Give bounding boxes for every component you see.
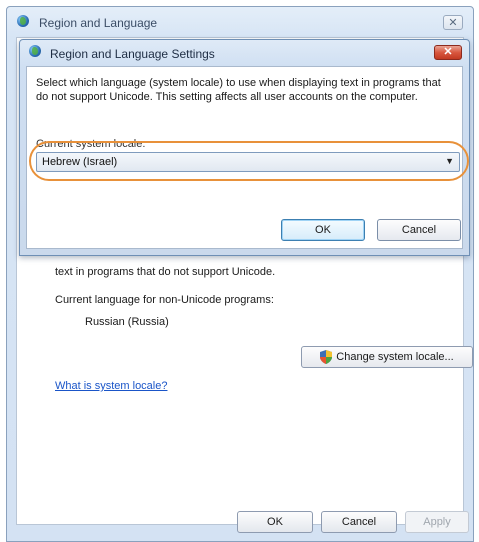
system-locale-value: Hebrew (Israel)	[42, 156, 118, 168]
window-title: Region and Language	[39, 16, 158, 30]
current-language-value: Russian (Russia)	[85, 316, 169, 328]
chevron-down-icon: ▼	[445, 156, 454, 166]
dialog-body: Select which language (system locale) to…	[26, 66, 469, 249]
cancel-button[interactable]: Cancel	[321, 511, 397, 533]
dialog-titlebar[interactable]: Region and Language Settings ✕	[20, 40, 469, 66]
change-system-locale-label: Change system locale...	[336, 351, 454, 363]
dialog-cancel-button[interactable]: Cancel	[377, 219, 461, 241]
dialog-close-button[interactable]: ✕	[434, 45, 462, 60]
system-locale-dropdown[interactable]: Hebrew (Israel) ▼	[36, 152, 460, 172]
region-language-settings-dialog: Region and Language Settings ✕ Select wh…	[19, 39, 470, 256]
dialog-ok-button[interactable]: OK	[281, 219, 365, 241]
apply-button[interactable]: Apply	[405, 511, 469, 533]
current-language-label: Current language for non-Unicode program…	[55, 294, 274, 306]
close-button[interactable]: ✕	[443, 15, 463, 30]
window-titlebar[interactable]: Region and Language ✕	[7, 7, 473, 37]
description-text: text in programs that do not support Uni…	[55, 266, 276, 278]
shield-icon	[320, 350, 333, 364]
globe-icon	[29, 45, 41, 60]
dialog-description: Select which language (system locale) to…	[36, 77, 441, 103]
dialog-title: Region and Language Settings	[50, 47, 215, 61]
ok-button[interactable]: OK	[237, 511, 313, 533]
system-locale-label: Current system locale:	[36, 138, 146, 150]
what-is-system-locale-link[interactable]: What is system locale?	[55, 380, 167, 392]
change-system-locale-button[interactable]: Change system locale...	[301, 346, 473, 368]
globe-icon	[17, 15, 29, 30]
